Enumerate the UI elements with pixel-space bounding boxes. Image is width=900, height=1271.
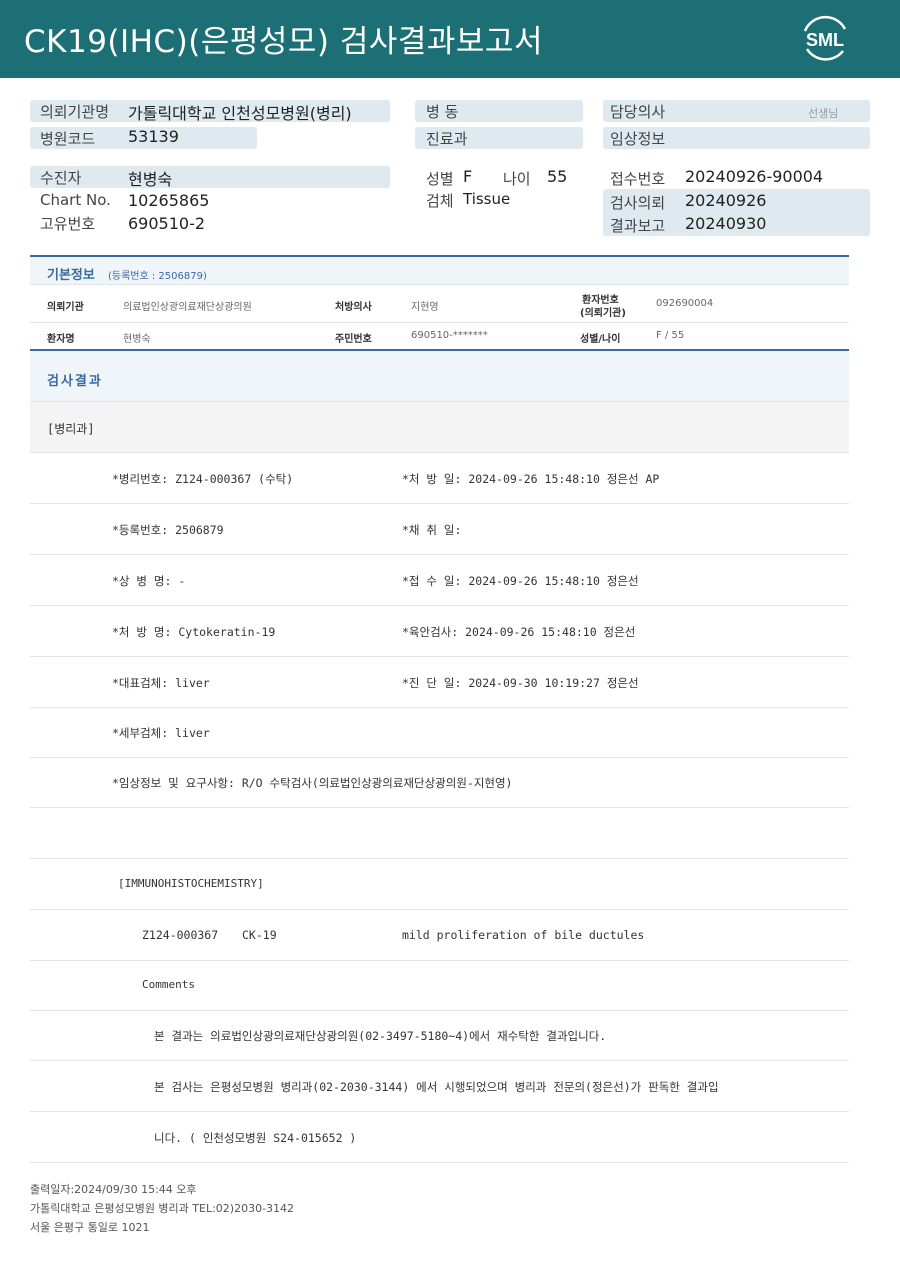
result-line: *병리번호: Z124-000367 (수탁) *처 방 일: 2024-09-… — [30, 453, 849, 504]
request-org-value: 가톨릭대학교 인천성모병원(병리) — [128, 104, 352, 123]
result-line-right: *육안검사: 2024-09-26 15:48:10 정은선 — [402, 625, 636, 639]
hospital-code-value: 53139 — [128, 127, 179, 146]
ihc-title: [IMMUNOHISTOCHEMISTRY] — [118, 877, 264, 890]
result-line: *세부검체: liver — [30, 707, 849, 758]
result-line-left: *세부검체: liver — [112, 726, 210, 740]
result-line-right: *진 단 일: 2024-09-30 10:19:27 정은선 — [402, 676, 639, 690]
result-blank-line — [30, 808, 849, 859]
patient-label: 수진자 — [40, 169, 82, 187]
basic-rrn-value: 690510-******* — [411, 330, 488, 341]
results-dept-row: [병리과] — [30, 402, 849, 453]
comment-row: 니다. ( 인천성모병원 S24-015652 ) — [30, 1112, 849, 1163]
sex-label: 성별 — [426, 170, 454, 188]
clinical-label: 임상정보 — [610, 130, 666, 148]
basic-info-title: 기본정보 — [47, 268, 95, 283]
unique-label: 고유번호 — [40, 215, 96, 233]
unique-value: 690510-2 — [128, 214, 206, 233]
result-line: *상 병 명: - *접 수 일: 2024-09-26 15:48:10 정은… — [30, 555, 849, 606]
specimen-value: Tissue — [463, 190, 511, 208]
basic-sexage-label: 성별/나이 — [580, 334, 621, 345]
footer-printed-date: 출력일자:2024/09/30 15:44 오후 — [30, 1183, 197, 1196]
specimen-label: 검체 — [426, 192, 454, 210]
report-header: CK19(IHC)(은평성모) 검사결과보고서 SML — [0, 0, 900, 78]
result-line: *처 방 명: Cytokeratin-19 *육안검사: 2024-09-26… — [30, 606, 849, 657]
basic-doctor-value: 지현영 — [411, 302, 439, 313]
result-line: *대표검체: liver *진 단 일: 2024-09-30 10:19:27… — [30, 657, 849, 708]
doctor-label: 담당의사 — [610, 103, 666, 121]
dept-label: 진료과 — [426, 130, 468, 148]
chart-label: Chart No. — [40, 191, 111, 209]
comment-text-1: 본 결과는 의료법인상광의료재단상광의원(02-3497-5180~4)에서 재… — [154, 1029, 607, 1043]
result-line: *등록번호: 2506879 *채 취 일: — [30, 504, 849, 555]
patient-value: 현병숙 — [128, 170, 173, 189]
basic-org-value: 의료법인상광의료재단상광의원 — [123, 302, 252, 313]
ihc-marker: CK-19 — [242, 928, 277, 942]
result-line-left: *처 방 명: Cytokeratin-19 — [112, 625, 276, 639]
comment-row: 본 검사는 은평성모병원 병리과(02-2030-3144) 에서 시행되었으며… — [30, 1061, 849, 1112]
age-value: 55 — [547, 167, 568, 186]
sml-logo: SML — [797, 13, 853, 65]
test-req-value: 20240926 — [685, 191, 767, 210]
ward-label: 병 동 — [426, 103, 459, 121]
results-dept-label: [병리과] — [47, 422, 95, 436]
basic-info-registration: (등록번호 : 2506879) — [108, 271, 207, 282]
result-report-label: 결과보고 — [610, 217, 666, 235]
result-report-value: 20240930 — [685, 214, 767, 233]
result-line-left: *상 병 명: - — [112, 574, 186, 588]
basic-patno-sublabel: (의뢰기관) — [580, 308, 626, 319]
logo-text: SML — [806, 30, 844, 50]
ihc-title-row: [IMMUNOHISTOCHEMISTRY] — [30, 859, 849, 910]
basic-info-header: 기본정보 (등록번호 : 2506879) — [30, 255, 849, 285]
comments-row: Comments — [30, 960, 849, 1011]
results-title: 검사결과 — [47, 374, 103, 389]
result-line-right: *채 취 일: — [402, 523, 462, 537]
ihc-specimen-id: Z124-000367 — [142, 928, 219, 942]
basic-info-row-2: 환자명 현병숙 주민번호 690510-******* 성별/나이 F / 55 — [30, 323, 849, 349]
results-header: 검사결과 — [30, 349, 849, 402]
basic-name-value: 현병숙 — [123, 334, 151, 345]
result-line-right: *처 방 일: 2024-09-26 15:48:10 정은선 AP — [402, 472, 660, 486]
result-line-left: *등록번호: 2506879 — [112, 523, 224, 537]
basic-info-row-1: 의뢰기관 의료법인상광의료재단상광의원 처방의사 지현영 환자번호 (의뢰기관)… — [30, 285, 849, 323]
result-line-left: *병리번호: Z124-000367 (수탁) — [112, 472, 294, 486]
hospital-code-label: 병원코드 — [40, 130, 96, 148]
basic-org-label: 의뢰기관 — [47, 302, 84, 313]
basic-sexage-value: F / 55 — [656, 330, 685, 341]
result-line: *임상정보 및 요구사항: R/O 수탁검사(의료법인상광의료재단상광의원-지현… — [30, 757, 849, 808]
basic-rrn-label: 주민번호 — [335, 334, 372, 345]
age-label: 나이 — [503, 170, 531, 188]
result-line-right: *접 수 일: 2024-09-26 15:48:10 정은선 — [402, 574, 639, 588]
footer-org: 가톨릭대학교 은평성모병원 병리과 TEL:02)2030-3142 — [30, 1202, 295, 1215]
result-line-left: *임상정보 및 요구사항: R/O 수탁검사(의료법인상광의료재단상광의원-지현… — [112, 776, 513, 790]
request-org-label: 의뢰기관명 — [40, 103, 110, 121]
basic-patno-value: 092690004 — [656, 298, 714, 309]
ihc-result-row: Z124-000367 CK-19 mild proliferation of … — [30, 910, 849, 961]
info-bar-patient — [30, 166, 390, 188]
result-line-left: *대표검체: liver — [112, 676, 210, 690]
sex-value: F — [463, 167, 473, 186]
comment-row: 본 결과는 의료법인상광의료재단상광의원(02-3497-5180~4)에서 재… — [30, 1010, 849, 1061]
test-req-label: 검사의뢰 — [610, 194, 666, 212]
doctor-suffix: 선생님 — [808, 107, 839, 120]
comments-label: Comments — [142, 978, 195, 991]
report-title: CK19(IHC)(은평성모) 검사결과보고서 — [24, 24, 543, 60]
basic-name-label: 환자명 — [47, 334, 75, 345]
footer-address: 서울 은평구 통일로 1021 — [30, 1221, 150, 1234]
comment-text-3: 니다. ( 인천성모병원 S24-015652 ) — [154, 1131, 357, 1145]
ihc-result: mild proliferation of bile ductules — [402, 928, 645, 942]
chart-value: 10265865 — [128, 191, 210, 210]
comment-text-2: 본 검사는 은평성모병원 병리과(02-2030-3144) 에서 시행되었으며… — [154, 1080, 719, 1094]
basic-doctor-label: 처방의사 — [335, 302, 372, 313]
receipt-label: 접수번호 — [610, 170, 666, 188]
receipt-value: 20240926-90004 — [685, 167, 824, 186]
